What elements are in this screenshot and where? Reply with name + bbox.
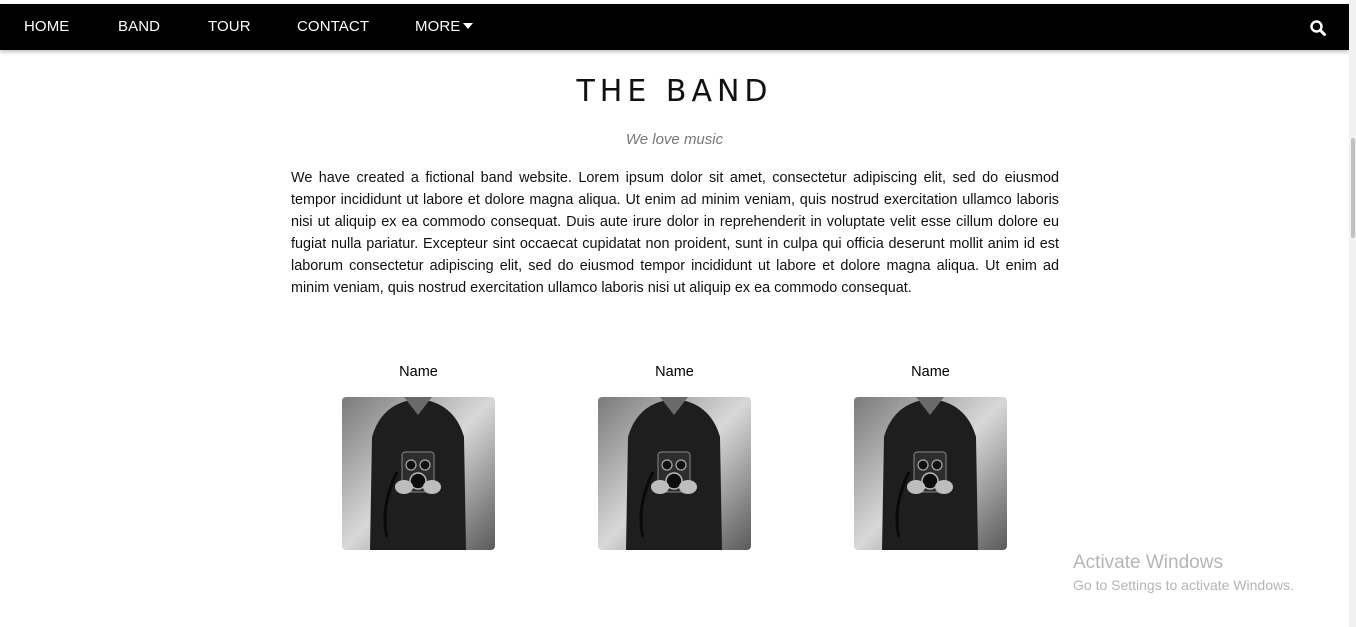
navbar: HOME BAND TOUR CONTACT MORE (0, 4, 1349, 50)
member-photo[interactable] (598, 397, 751, 550)
watermark-subtitle: Go to Settings to activate Windows. (1073, 577, 1294, 593)
nav-more-dropdown[interactable]: MORE (415, 4, 474, 50)
caret-down-icon (463, 23, 474, 29)
member-name: Name (655, 364, 694, 380)
member-photo[interactable] (342, 397, 495, 550)
member-name: Name (911, 364, 950, 380)
search-icon[interactable] (1308, 18, 1328, 38)
vertical-scrollbar[interactable] (1349, 0, 1356, 627)
nav-more-label: MORE (415, 18, 461, 35)
nav-tour-link[interactable]: TOUR (208, 4, 251, 50)
member-name: Name (399, 364, 438, 380)
scrollbar-thumb[interactable] (1351, 138, 1355, 238)
nav-contact-link[interactable]: CONTACT (297, 4, 369, 50)
page: HOME BAND TOUR CONTACT MORE THE BAND We … (0, 0, 1356, 627)
band-member-card: Name (342, 362, 495, 550)
windows-activation-watermark: Activate Windows Go to Settings to activ… (1073, 552, 1294, 596)
page-title: THE BAND (576, 74, 773, 109)
watermark-title: Activate Windows (1073, 552, 1223, 573)
band-member-card: Name (598, 362, 751, 550)
page-subtitle: We love music (625, 131, 724, 148)
band-description: We have created a fictional band website… (291, 170, 1059, 296)
member-photo[interactable] (854, 397, 1007, 550)
nav-home-link[interactable]: HOME (24, 4, 69, 50)
band-member-card: Name (854, 362, 1007, 550)
nav-band-link[interactable]: BAND (118, 4, 160, 50)
